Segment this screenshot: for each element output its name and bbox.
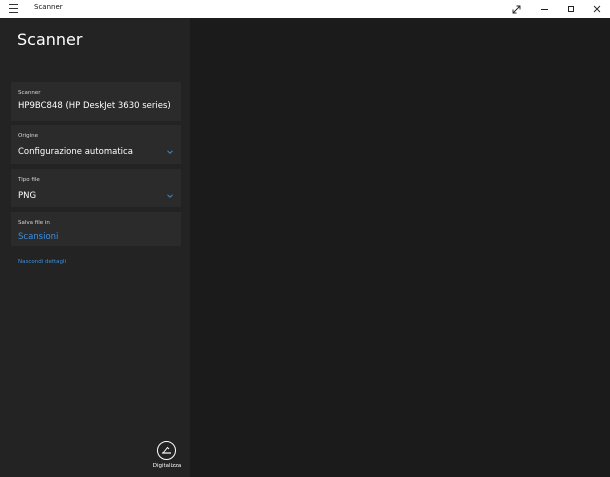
tipo-file-value: PNG <box>18 191 37 201</box>
origine-dropdown[interactable]: Origine Configurazione automatica <box>11 125 181 164</box>
save-location-label: Salva file in <box>18 220 50 226</box>
hamburger-icon[interactable] <box>9 4 18 13</box>
scanner-value: HP9BC848 (HP DeskJet 3630 series) <box>18 101 171 111</box>
expand-icon <box>512 5 520 13</box>
maximize-button[interactable] <box>557 0 585 18</box>
scanner-app-window: Scanner Scanner Scanner HP9BC848 (HP Des… <box>0 0 610 477</box>
preview-area <box>190 18 610 477</box>
page-title: Scanner <box>17 30 83 49</box>
origine-value: Configurazione automatica <box>18 147 133 157</box>
close-icon <box>593 5 601 13</box>
minimize-icon <box>540 8 548 10</box>
tipo-file-dropdown[interactable]: Tipo file PNG <box>11 169 181 207</box>
hide-details-link[interactable]: Nascondi dettagli <box>18 259 66 265</box>
scan-icon <box>157 441 176 460</box>
expand-button[interactable] <box>502 0 530 18</box>
origine-label: Origine <box>18 133 39 139</box>
chevron-down-icon <box>167 149 173 155</box>
scan-button-label: Digitalizza <box>152 463 182 469</box>
scanner-select[interactable]: Scanner HP9BC848 (HP DeskJet 3630 series… <box>11 82 181 121</box>
window-title: Scanner <box>34 3 63 11</box>
scanner-label: Scanner <box>18 90 41 96</box>
save-location-field: Salva file in Scansioni <box>11 212 181 246</box>
save-location-link[interactable]: Scansioni <box>18 232 58 242</box>
maximize-icon <box>568 6 574 12</box>
tipo-file-label: Tipo file <box>18 177 40 183</box>
close-button[interactable] <box>583 0 610 18</box>
scan-button[interactable]: Digitalizza <box>151 441 183 475</box>
chevron-down-icon <box>167 193 173 199</box>
title-bar: Scanner <box>0 0 610 18</box>
minimize-button[interactable] <box>530 0 558 18</box>
